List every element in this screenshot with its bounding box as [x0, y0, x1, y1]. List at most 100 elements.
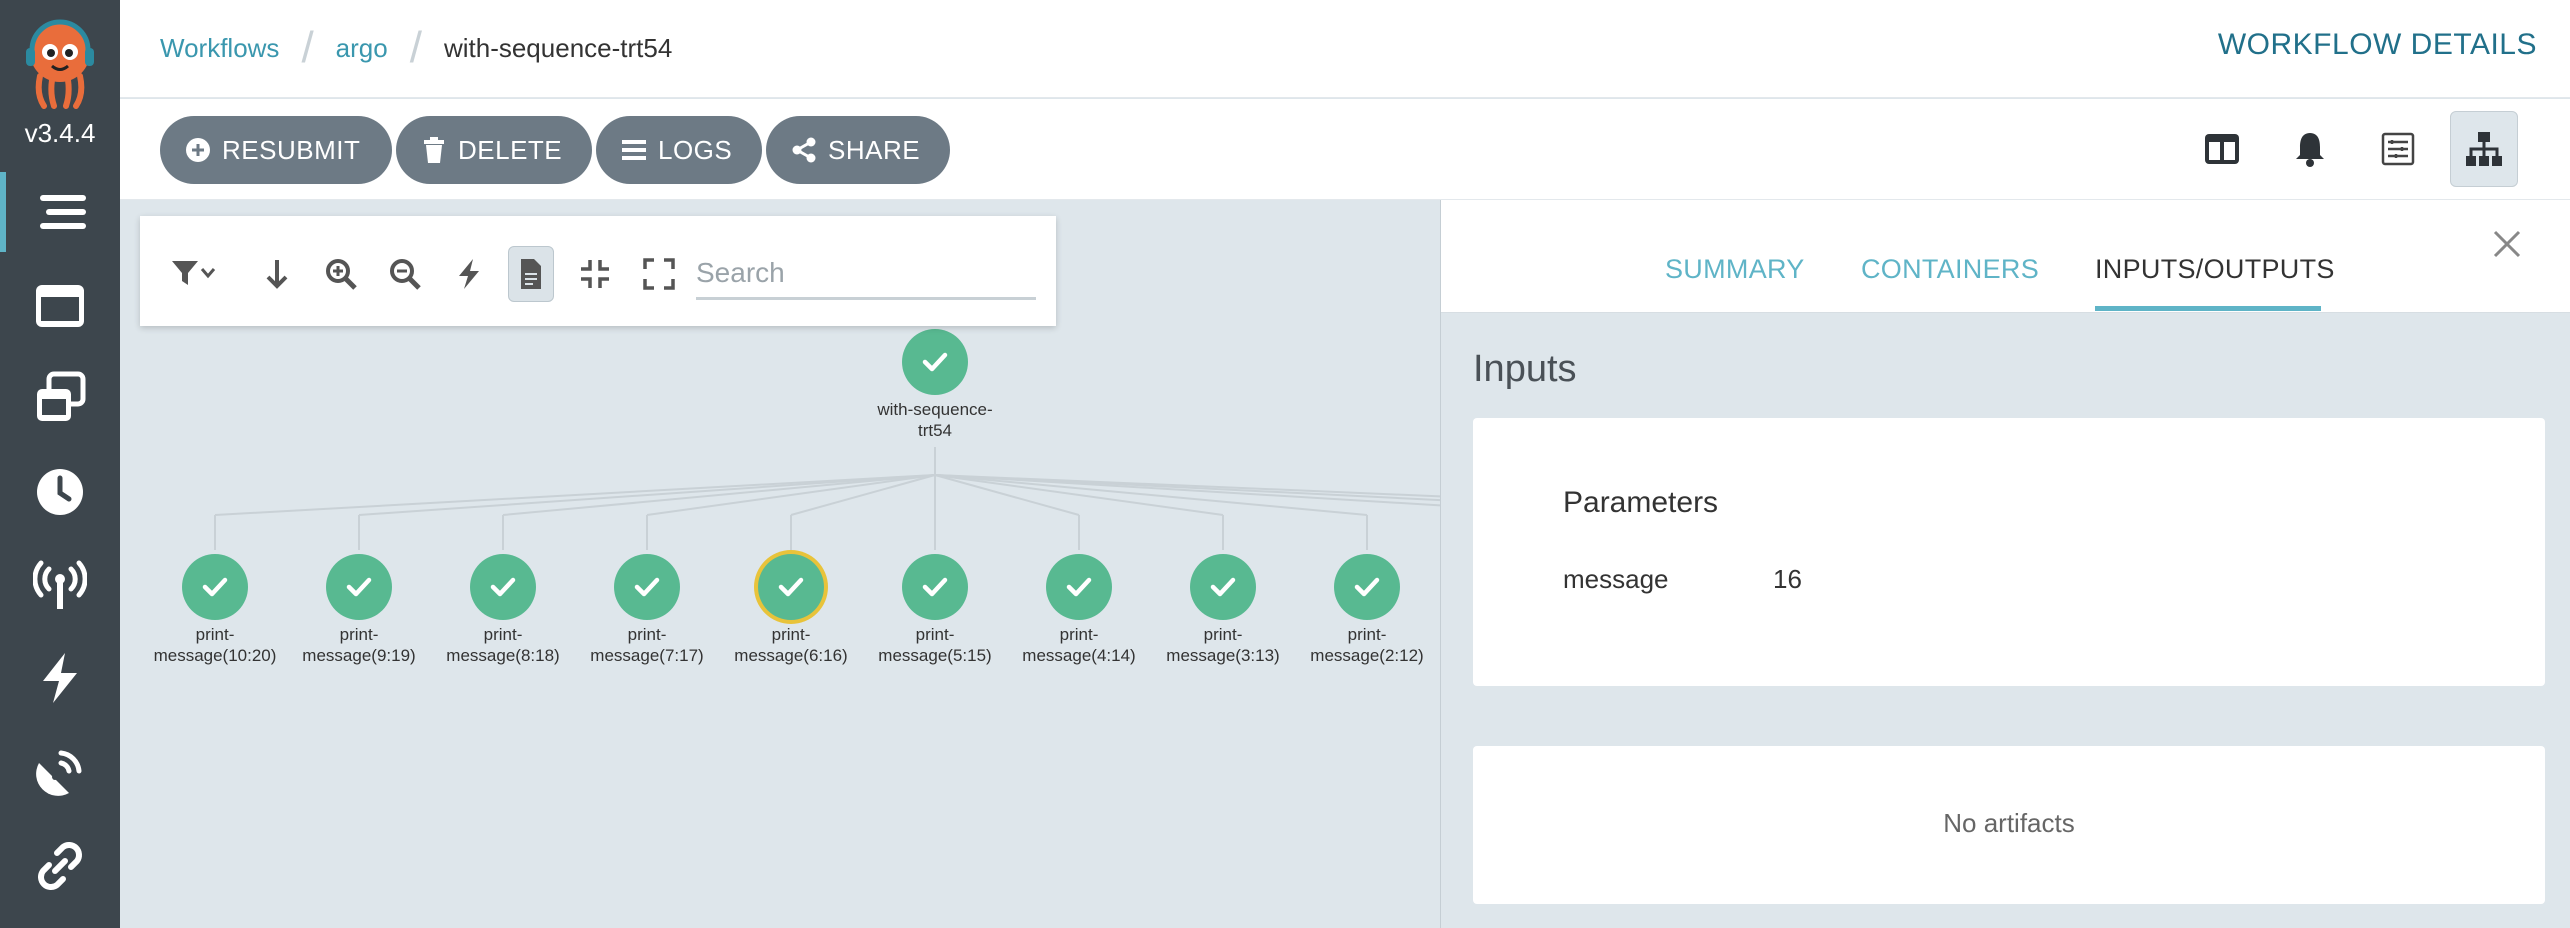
expand-icon: [643, 258, 675, 290]
graph-search-input[interactable]: [696, 248, 1036, 300]
graph-edge: [934, 474, 1440, 502]
zoom-out-icon: [390, 259, 421, 290]
collapse-button[interactable]: [572, 246, 618, 302]
share-button[interactable]: SHARE: [766, 116, 950, 184]
nav-sensors[interactable]: [0, 638, 120, 718]
version-label: v3.4.4: [24, 118, 96, 148]
breadcrumb-separator: /: [301, 23, 314, 72]
tab-inputs-outputs[interactable]: INPUTS/OUTPUTS: [2095, 254, 2335, 285]
node-label: print-message(5:15): [878, 625, 992, 665]
bolt-icon: [43, 653, 77, 703]
breadcrumb-namespace[interactable]: argo: [336, 33, 388, 64]
check-icon: [922, 352, 948, 372]
workflow-step-node[interactable]: [182, 554, 248, 620]
workflow-step-node[interactable]: [614, 554, 680, 620]
zoom-out-button[interactable]: [382, 246, 428, 302]
nav-workflow-templates[interactable]: [0, 266, 120, 346]
parameters-heading: Parameters: [1563, 486, 1719, 519]
zoom-in-button[interactable]: [318, 246, 364, 302]
breadcrumb-workflows[interactable]: Workflows: [160, 33, 279, 64]
nav-event-sources[interactable]: [0, 546, 120, 626]
no-artifacts-message: No artifacts: [1943, 808, 2075, 838]
workflow-step-node[interactable]: [1334, 554, 1400, 620]
filter-button[interactable]: [162, 246, 226, 302]
bolt-icon: [459, 259, 479, 289]
tab-containers[interactable]: CONTAINERS: [1861, 254, 2039, 285]
fullscreen-button[interactable]: [636, 246, 682, 302]
inputs-heading: Inputs: [1473, 348, 1577, 390]
nav-api-docs[interactable]: [0, 826, 120, 906]
fast-renderer-button[interactable]: [446, 246, 492, 302]
breadcrumb: Workflows / argo / with-sequence-trt54: [160, 23, 673, 72]
node-label: print-message(2:12): [1310, 625, 1424, 665]
share-icon: [792, 137, 816, 163]
workflow-step-node[interactable]: [902, 554, 968, 620]
share-label: SHARE: [828, 134, 921, 165]
details-tabs: SUMMARY CONTAINERS INPUTS/OUTPUTS: [1441, 200, 2570, 313]
node-label: print-message(9:19): [302, 625, 416, 665]
check-icon: [1210, 577, 1236, 597]
top-header: Workflows / argo / with-sequence-trt54 W…: [120, 0, 2570, 98]
nav-cron-workflows[interactable]: [0, 452, 120, 532]
artifacts-card: No artifacts: [1473, 746, 2545, 904]
sitemap-icon: [2466, 132, 2502, 166]
tab-summary[interactable]: SUMMARY: [1665, 254, 1805, 285]
workflow-step-node[interactable]: [470, 554, 536, 620]
columns-icon: [2205, 134, 2239, 164]
page-title: WORKFLOW DETAILS: [2217, 28, 2537, 61]
window-stack-icon: [37, 371, 86, 421]
workflow-step-node[interactable]: [1046, 554, 1112, 620]
workflow-step-node[interactable]: [1190, 554, 1256, 620]
zoom-in-icon: [326, 259, 357, 290]
breadcrumb-separator: /: [409, 23, 422, 72]
argo-logo[interactable]: [20, 16, 100, 110]
compress-icon: [581, 260, 609, 288]
close-panel-button[interactable]: [2487, 224, 2527, 264]
graph-edge: [934, 474, 1440, 498]
nav-workflows[interactable]: [0, 172, 120, 252]
check-icon: [346, 577, 372, 597]
parameters-card: Parameters message 16: [1473, 418, 2545, 686]
graph-view-button[interactable]: [2450, 111, 2518, 187]
delete-button[interactable]: DELETE: [396, 116, 592, 184]
plus-circle-icon: [186, 138, 210, 162]
bell-icon: [2296, 133, 2324, 167]
node-label: print-message(8:18): [446, 625, 560, 665]
check-icon: [202, 577, 228, 597]
graph-toolbar: [140, 216, 1056, 326]
workflow-root-node[interactable]: [902, 329, 968, 395]
check-icon: [922, 577, 948, 597]
action-toolbar: RESUBMIT DELETE LOGS SHARE: [120, 99, 2570, 200]
breadcrumb-current: with-sequence-trt54: [443, 32, 673, 63]
list-icon: [2381, 132, 2415, 166]
workflow-graph[interactable]: with-sequence-trt54 print-message(10:20) p…: [120, 200, 1440, 928]
logs-button[interactable]: LOGS: [596, 116, 762, 184]
graph-edge: [934, 474, 1440, 507]
nav-event-flow[interactable]: [0, 732, 120, 812]
check-icon: [778, 577, 804, 597]
graph-edge: [646, 474, 936, 516]
artifacts-toggle-button[interactable]: [508, 246, 554, 302]
node-label: print-message(10:20): [153, 625, 277, 665]
events-view-button[interactable]: [2276, 111, 2344, 187]
workflow-step-node[interactable]: [326, 554, 392, 620]
summary-view-button[interactable]: [2364, 111, 2432, 187]
node-label: with-sequence-trt54: [877, 400, 993, 440]
satellite-dish-icon: [36, 750, 82, 796]
check-icon: [634, 577, 660, 597]
check-icon: [490, 577, 516, 597]
active-tab-indicator: [2095, 306, 2321, 311]
nav-cluster-workflow-templates[interactable]: [0, 358, 120, 438]
split-view-button[interactable]: [2188, 111, 2256, 187]
resubmit-button[interactable]: RESUBMIT: [160, 116, 392, 184]
resubmit-label: RESUBMIT: [222, 134, 361, 165]
workflow-step-node[interactable]: [758, 554, 824, 620]
delete-label: DELETE: [458, 134, 563, 165]
left-nav: v3.4.4: [0, 0, 120, 928]
direction-button[interactable]: [254, 246, 300, 302]
window-icon: [36, 285, 84, 327]
check-icon: [1354, 577, 1380, 597]
graph-edge: [934, 474, 1368, 516]
graph-edge: [358, 474, 936, 516]
file-icon: [521, 259, 541, 289]
